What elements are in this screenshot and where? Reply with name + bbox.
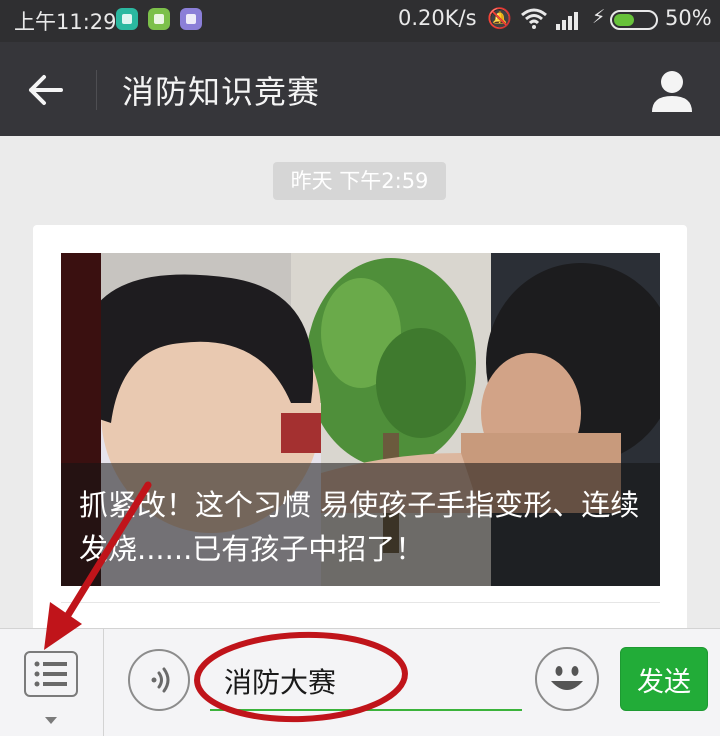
smiley-icon [551, 666, 583, 690]
battery-app-icon [148, 8, 170, 30]
wifi-icon [521, 8, 547, 29]
card-divider [61, 602, 660, 603]
article-title: 抓紧改！这个习惯 易使孩子手指变形、连续发烧......已有孩子中招了！ [61, 463, 660, 586]
voice-button[interactable] [128, 649, 190, 711]
emoji-button[interactable] [535, 647, 599, 711]
menu-toggle-button[interactable] [20, 647, 82, 729]
status-bar: 上午11:29 0.20K/s 🔕 ⚡ 50% [0, 0, 720, 42]
app-notification-icon [116, 8, 138, 30]
signal-icon [556, 12, 578, 30]
battery-percent: 50% [665, 6, 712, 30]
app-notification-icon [180, 8, 202, 30]
charging-icon: ⚡ [592, 6, 606, 28]
bar-divider [103, 629, 104, 736]
article-card[interactable]: 抓紧改！这个习惯 易使孩子手指变形、连续发烧......已有孩子中招了！ [33, 225, 687, 665]
voice-icon [151, 667, 170, 693]
list-menu-icon [24, 651, 78, 697]
chevron-down-icon [45, 717, 57, 724]
mute-icon: 🔕 [487, 6, 512, 30]
battery-icon [610, 10, 658, 30]
network-speed: 0.20K/s [398, 6, 477, 30]
battery-level [614, 14, 634, 26]
input-underline [210, 709, 522, 711]
person-icon [652, 71, 692, 112]
input-bar: 发送 [0, 628, 720, 736]
article-cover-image[interactable]: 抓紧改！这个习惯 易使孩子手指变形、连续发烧......已有孩子中招了！ [61, 253, 660, 586]
send-button[interactable]: 发送 [620, 647, 708, 711]
chat-header: 消防知识竞赛 [0, 42, 720, 136]
status-time: 上午11:29 [14, 10, 117, 34]
header-divider [96, 70, 97, 110]
arrow-left-icon [29, 75, 63, 105]
message-timestamp: 昨天 下午2:59 [273, 162, 446, 200]
message-input[interactable] [210, 651, 522, 711]
back-button[interactable] [18, 62, 74, 118]
page-title: 消防知识竞赛 [122, 73, 321, 111]
profile-button[interactable] [644, 62, 700, 118]
